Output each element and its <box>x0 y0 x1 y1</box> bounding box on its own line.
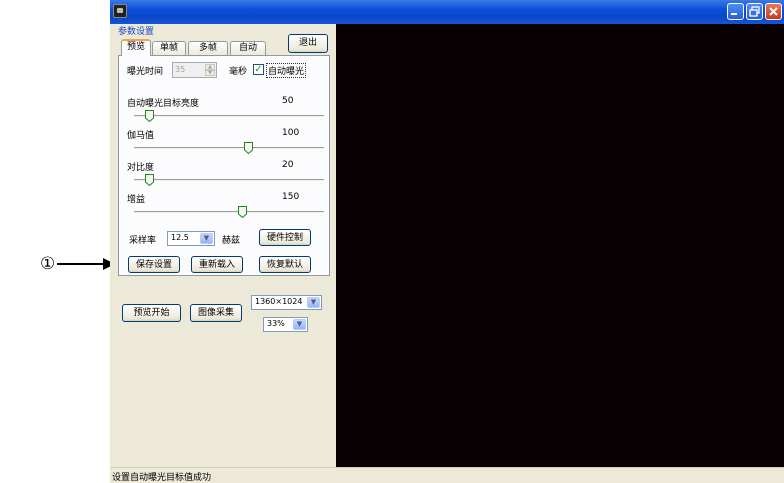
slider-thumb[interactable] <box>244 142 253 154</box>
sampling-rate-label: 采样率 <box>129 236 157 246</box>
annotation-marker: ① <box>40 253 116 275</box>
minimize-button[interactable] <box>727 3 744 20</box>
tab-multi-frame[interactable]: 多帧 <box>188 41 228 55</box>
slider-track <box>134 211 324 214</box>
annotation-number: ① <box>40 253 56 274</box>
hardware-control-button[interactable]: 硬件控制 <box>259 229 311 246</box>
tab-single-frame[interactable]: 单帧 <box>152 41 186 55</box>
exposure-label: 曝光时间 <box>127 67 164 77</box>
exposure-spinner[interactable]: 35 ▲ ▼ <box>172 62 217 78</box>
zoom-select[interactable]: 33% ▼ <box>263 317 308 332</box>
exit-button[interactable]: 退出 <box>288 34 328 53</box>
app-window: 参数设置 预览 单帧 多帧 自动 退出 曝光时间 35 ▲ ▼ 毫秒 ✓ 自动曝… <box>110 0 784 483</box>
status-bar: 设置自动曝光目标值成功 <box>110 467 784 483</box>
slider-thumb[interactable] <box>145 174 155 186</box>
slider-label-contrast: 对比度 <box>127 163 155 173</box>
exposure-value: 35 <box>175 65 186 74</box>
slider-gain[interactable] <box>134 205 324 219</box>
title-bar[interactable] <box>110 0 784 24</box>
video-preview[interactable] <box>336 24 784 467</box>
slider-track <box>134 179 324 182</box>
slider-value-gamma: 100 <box>282 128 300 138</box>
slider-contrast[interactable] <box>134 173 324 187</box>
resolution-value: 1360×1024 <box>255 297 303 306</box>
close-icon <box>766 7 781 22</box>
preview-start-button[interactable]: 预览开始 <box>122 304 181 322</box>
app-icon[interactable] <box>113 4 127 18</box>
restore-defaults-button[interactable]: 恢复默认 <box>259 256 311 273</box>
slider-track <box>134 115 324 118</box>
slider-thumb[interactable] <box>145 110 155 122</box>
slider-label-target-brightness: 自动曝光目标亮度 <box>127 99 200 109</box>
auto-exposure-checkbox[interactable]: ✓ <box>253 64 264 75</box>
minimize-icon <box>728 9 743 22</box>
spin-down-icon[interactable]: ▼ <box>205 70 215 76</box>
slider-thumb[interactable] <box>238 206 248 218</box>
image-capture-button[interactable]: 图像采集 <box>190 304 242 322</box>
slider-value-gain: 150 <box>282 192 300 202</box>
sampling-rate-value: 12.5 <box>171 233 189 242</box>
slider-value-contrast: 20 <box>282 160 294 170</box>
arrow-right-icon <box>57 258 116 270</box>
restore-button[interactable] <box>746 3 763 20</box>
chevron-down-icon[interactable]: ▼ <box>293 319 306 330</box>
slider-label-gain: 增益 <box>127 195 146 205</box>
slider-target-brightness[interactable] <box>134 109 324 123</box>
save-settings-button[interactable]: 保存设置 <box>128 256 180 273</box>
tab-auto[interactable]: 自动 <box>230 41 266 55</box>
tab-page-preview: 曝光时间 35 ▲ ▼ 毫秒 ✓ 自动曝光 自动曝光目标亮度 50 伽马值 10… <box>118 55 330 276</box>
slider-value-target-brightness: 50 <box>282 96 294 106</box>
slider-track <box>134 147 324 150</box>
resolution-select[interactable]: 1360×1024 ▼ <box>251 295 322 310</box>
spinner-arrows[interactable]: ▲ ▼ <box>205 64 215 76</box>
chevron-down-icon[interactable]: ▼ <box>307 297 320 308</box>
reload-button[interactable]: 重新载入 <box>191 256 243 273</box>
zoom-value: 33% <box>267 319 285 328</box>
sampling-rate-unit: 赫兹 <box>222 236 241 246</box>
status-text: 设置自动曝光目标值成功 <box>112 473 212 483</box>
exposure-unit: 毫秒 <box>229 67 248 77</box>
control-panel: 参数设置 预览 单帧 多帧 自动 退出 曝光时间 35 ▲ ▼ 毫秒 ✓ 自动曝… <box>110 24 336 467</box>
group-label: 参数设置 <box>118 27 155 37</box>
check-icon: ✓ <box>254 64 263 75</box>
slider-gamma[interactable] <box>134 141 324 155</box>
slider-label-gamma: 伽马值 <box>127 131 155 141</box>
restore-icon <box>747 6 762 22</box>
sampling-rate-select[interactable]: 12.5 ▼ <box>167 231 215 246</box>
close-button[interactable] <box>765 3 782 20</box>
chevron-down-icon[interactable]: ▼ <box>200 233 213 244</box>
tab-preview[interactable]: 预览 <box>121 39 151 56</box>
auto-exposure-label[interactable]: 自动曝光 <box>266 63 307 78</box>
